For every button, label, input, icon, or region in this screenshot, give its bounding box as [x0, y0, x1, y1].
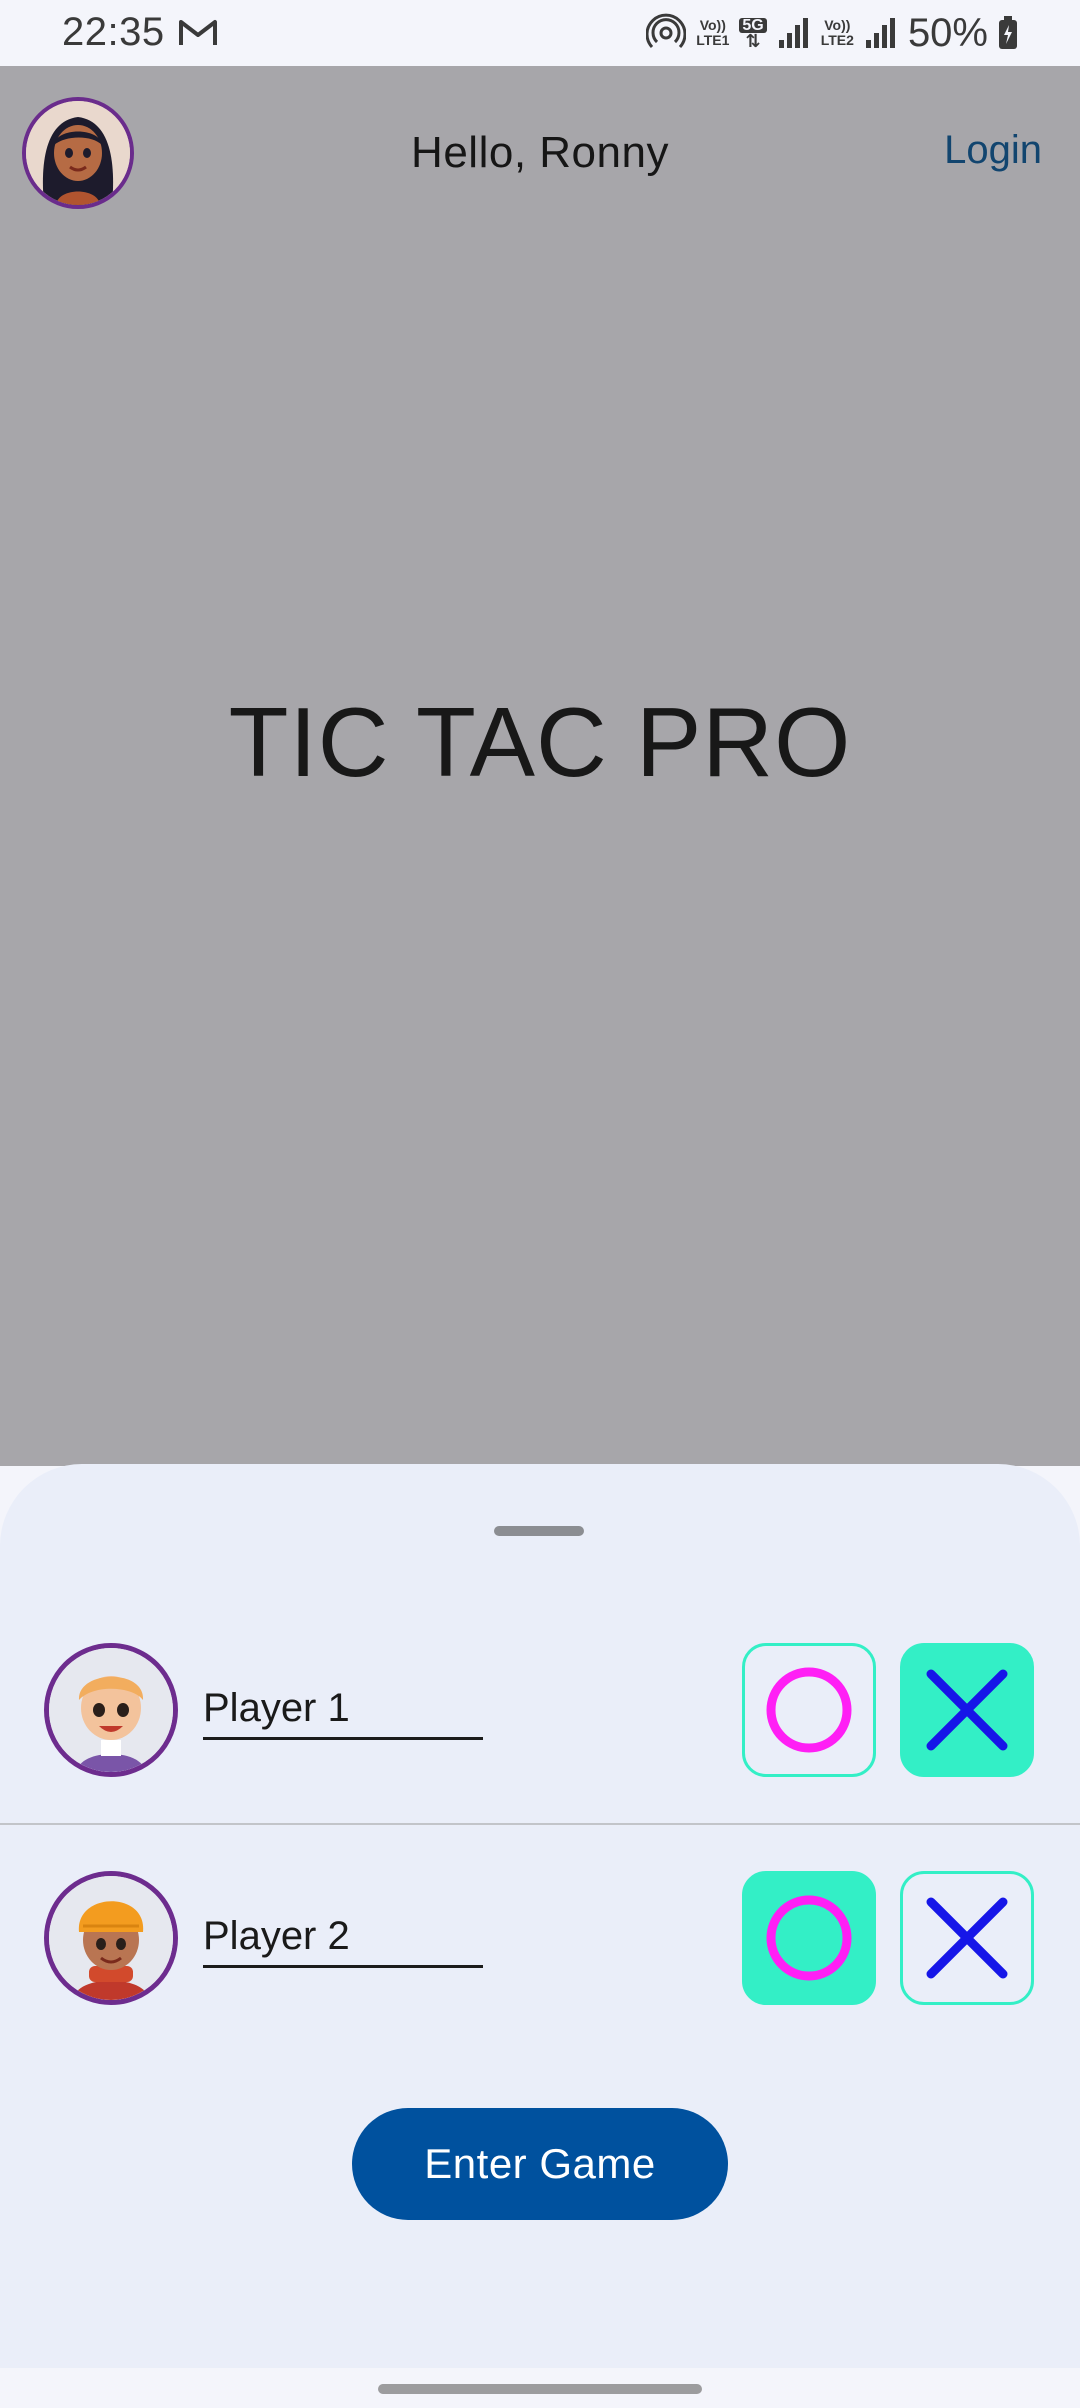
sheet-drag-handle[interactable] — [494, 1526, 584, 1536]
player-row-divider — [0, 1823, 1080, 1825]
hotspot-icon — [646, 13, 687, 49]
app-title: TIC TAC PRO — [228, 687, 852, 797]
signal-1-icon — [778, 18, 808, 48]
status-time: 22:35 — [62, 10, 165, 54]
home-gesture-handle[interactable] — [378, 2384, 702, 2394]
volte-1-bottom: LTE1 — [696, 32, 730, 48]
network-type-indicator: 5G ⇅ — [739, 17, 767, 51]
battery-percent: 50% — [907, 10, 988, 55]
boy-avatar-icon — [49, 1648, 173, 1772]
player-2-avatar[interactable] — [44, 1871, 178, 2005]
login-link[interactable]: Login — [944, 128, 1042, 173]
data-arrows-icon: ⇅ — [745, 30, 761, 51]
battery-charging-icon — [999, 16, 1017, 49]
signal-2-icon — [865, 18, 895, 48]
volte-1-top: Vo)) — [699, 17, 726, 33]
x-symbol-icon — [926, 1669, 1008, 1751]
greeting-text: Hello, Ronny — [411, 128, 669, 177]
volte-2-bottom: LTE2 — [820, 32, 854, 48]
o-symbol-icon — [766, 1895, 852, 1981]
enter-game-button[interactable]: Enter Game — [352, 2108, 728, 2220]
volte-2-top: Vo)) — [824, 17, 851, 33]
volte-1-indicator: Vo)) LTE1 — [696, 18, 729, 48]
status-right: Vo)) LTE1 5G ⇅ Vo)) LTE2 50% — [646, 10, 1018, 56]
gmail-icon — [179, 20, 217, 45]
volte-2-indicator: Vo)) LTE2 — [821, 18, 854, 48]
player-2-x-button[interactable] — [900, 1871, 1034, 2005]
boy-beanie-avatar-icon — [49, 1876, 173, 2000]
status-bar: 22:35 Vo)) LTE1 5G ⇅ Vo)) LTE2 50% — [0, 0, 1080, 66]
player-1-o-button[interactable] — [742, 1643, 876, 1777]
player-1-avatar[interactable] — [44, 1643, 178, 1777]
player-2-name-input[interactable]: Player 2 — [203, 1908, 483, 1968]
player-1-name-input[interactable]: Player 1 — [203, 1680, 483, 1740]
x-symbol-icon — [926, 1897, 1008, 1979]
player-1-x-button[interactable] — [900, 1643, 1034, 1777]
player-2-o-button[interactable] — [742, 1871, 876, 2005]
o-symbol-icon — [766, 1667, 852, 1753]
